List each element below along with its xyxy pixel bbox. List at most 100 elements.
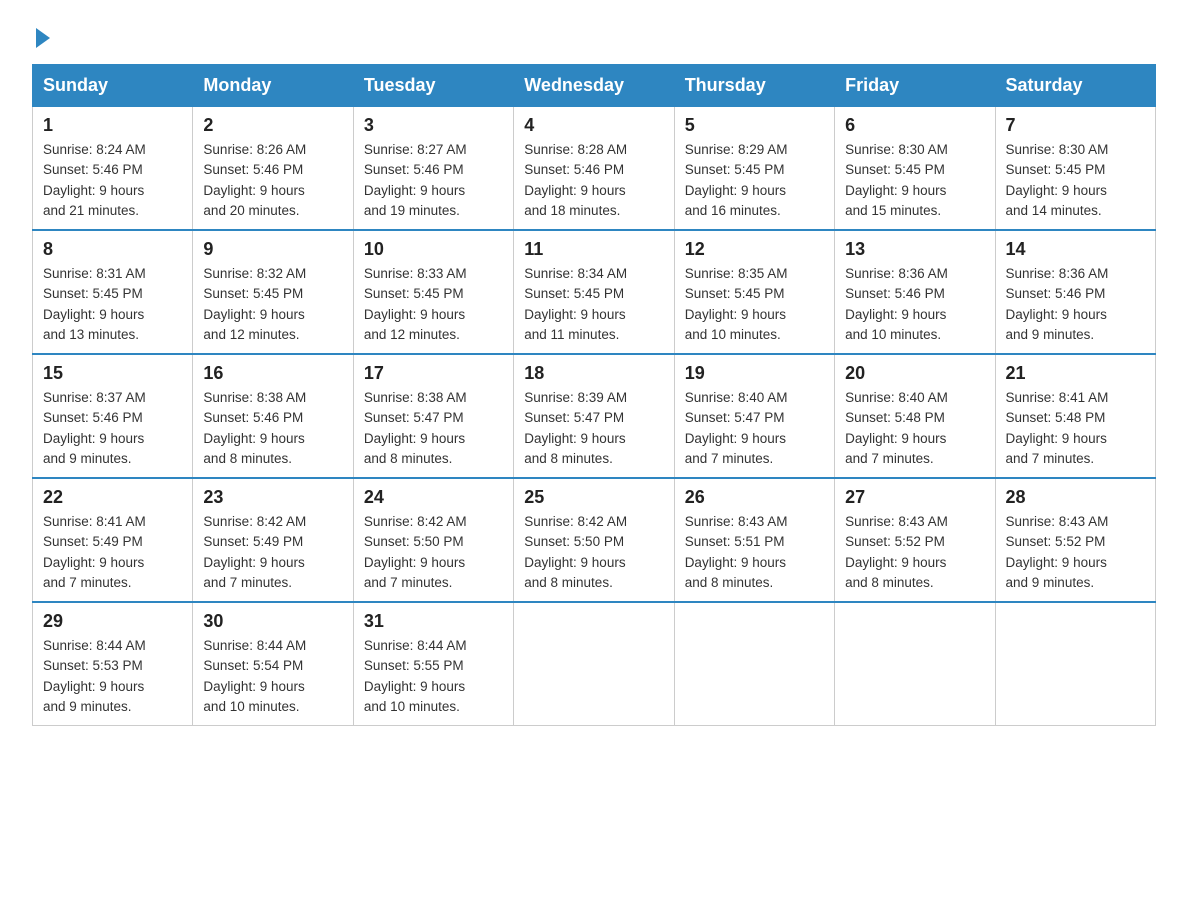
- day-info: Sunrise: 8:44 AMSunset: 5:53 PMDaylight:…: [43, 638, 146, 714]
- day-number: 8: [43, 239, 182, 260]
- day-info: Sunrise: 8:34 AMSunset: 5:45 PMDaylight:…: [524, 266, 627, 342]
- day-number: 14: [1006, 239, 1145, 260]
- calendar-table: SundayMondayTuesdayWednesdayThursdayFrid…: [32, 64, 1156, 726]
- day-info: Sunrise: 8:26 AMSunset: 5:46 PMDaylight:…: [203, 142, 306, 218]
- calendar-cell: [514, 602, 674, 726]
- day-info: Sunrise: 8:33 AMSunset: 5:45 PMDaylight:…: [364, 266, 467, 342]
- calendar-cell: 25 Sunrise: 8:42 AMSunset: 5:50 PMDayligh…: [514, 478, 674, 602]
- calendar-week-3: 15 Sunrise: 8:37 AMSunset: 5:46 PMDayligh…: [33, 354, 1156, 478]
- day-number: 12: [685, 239, 824, 260]
- calendar-cell: 28 Sunrise: 8:43 AMSunset: 5:52 PMDayligh…: [995, 478, 1155, 602]
- day-number: 29: [43, 611, 182, 632]
- header-sunday: Sunday: [33, 65, 193, 107]
- day-info: Sunrise: 8:28 AMSunset: 5:46 PMDaylight:…: [524, 142, 627, 218]
- day-number: 10: [364, 239, 503, 260]
- logo: [32, 24, 50, 44]
- calendar-cell: 3 Sunrise: 8:27 AMSunset: 5:46 PMDaylight…: [353, 107, 513, 231]
- calendar-cell: 13Sunrise: 8:36 AMSunset: 5:46 PMDayligh…: [835, 230, 995, 354]
- day-number: 3: [364, 115, 503, 136]
- day-info: Sunrise: 8:38 AMSunset: 5:47 PMDaylight:…: [364, 390, 467, 466]
- day-number: 17: [364, 363, 503, 384]
- calendar-cell: 7 Sunrise: 8:30 AMSunset: 5:45 PMDaylight…: [995, 107, 1155, 231]
- calendar-cell: 23 Sunrise: 8:42 AMSunset: 5:49 PMDayligh…: [193, 478, 353, 602]
- calendar-cell: [835, 602, 995, 726]
- day-info: Sunrise: 8:43 AMSunset: 5:52 PMDaylight:…: [845, 514, 948, 590]
- calendar-cell: 17 Sunrise: 8:38 AMSunset: 5:47 PMDayligh…: [353, 354, 513, 478]
- day-number: 31: [364, 611, 503, 632]
- day-info: Sunrise: 8:29 AMSunset: 5:45 PMDaylight:…: [685, 142, 788, 218]
- calendar-cell: 26 Sunrise: 8:43 AMSunset: 5:51 PMDayligh…: [674, 478, 834, 602]
- day-number: 15: [43, 363, 182, 384]
- calendar-cell: 6Sunrise: 8:30 AMSunset: 5:45 PMDaylight…: [835, 107, 995, 231]
- day-number: 23: [203, 487, 342, 508]
- day-number: 1: [43, 115, 182, 136]
- day-number: 6: [845, 115, 984, 136]
- calendar-cell: 10 Sunrise: 8:33 AMSunset: 5:45 PMDayligh…: [353, 230, 513, 354]
- calendar-cell: 29 Sunrise: 8:44 AMSunset: 5:53 PMDayligh…: [33, 602, 193, 726]
- day-number: 9: [203, 239, 342, 260]
- day-number: 19: [685, 363, 824, 384]
- day-info: Sunrise: 8:43 AMSunset: 5:51 PMDaylight:…: [685, 514, 788, 590]
- day-info: Sunrise: 8:30 AMSunset: 5:45 PMDaylight:…: [1006, 142, 1109, 218]
- calendar-cell: 27Sunrise: 8:43 AMSunset: 5:52 PMDayligh…: [835, 478, 995, 602]
- header-friday: Friday: [835, 65, 995, 107]
- calendar-cell: 15 Sunrise: 8:37 AMSunset: 5:46 PMDayligh…: [33, 354, 193, 478]
- calendar-cell: 19Sunrise: 8:40 AMSunset: 5:47 PMDayligh…: [674, 354, 834, 478]
- day-number: 7: [1006, 115, 1145, 136]
- calendar-cell: 5 Sunrise: 8:29 AMSunset: 5:45 PMDaylight…: [674, 107, 834, 231]
- header-wednesday: Wednesday: [514, 65, 674, 107]
- calendar-cell: 30 Sunrise: 8:44 AMSunset: 5:54 PMDayligh…: [193, 602, 353, 726]
- day-number: 5: [685, 115, 824, 136]
- day-number: 16: [203, 363, 342, 384]
- calendar-cell: 9 Sunrise: 8:32 AMSunset: 5:45 PMDaylight…: [193, 230, 353, 354]
- day-info: Sunrise: 8:41 AMSunset: 5:48 PMDaylight:…: [1006, 390, 1109, 466]
- day-info: Sunrise: 8:44 AMSunset: 5:55 PMDaylight:…: [364, 638, 467, 714]
- calendar-cell: 12 Sunrise: 8:35 AMSunset: 5:45 PMDayligh…: [674, 230, 834, 354]
- calendar-cell: 2 Sunrise: 8:26 AMSunset: 5:46 PMDaylight…: [193, 107, 353, 231]
- header-thursday: Thursday: [674, 65, 834, 107]
- day-info: Sunrise: 8:36 AMSunset: 5:46 PMDaylight:…: [1006, 266, 1109, 342]
- calendar-cell: 31 Sunrise: 8:44 AMSunset: 5:55 PMDayligh…: [353, 602, 513, 726]
- header-saturday: Saturday: [995, 65, 1155, 107]
- day-info: Sunrise: 8:36 AMSunset: 5:46 PMDaylight:…: [845, 266, 948, 342]
- day-info: Sunrise: 8:42 AMSunset: 5:50 PMDaylight:…: [524, 514, 627, 590]
- day-number: 30: [203, 611, 342, 632]
- calendar-cell: 16 Sunrise: 8:38 AMSunset: 5:46 PMDayligh…: [193, 354, 353, 478]
- calendar-cell: 21Sunrise: 8:41 AMSunset: 5:48 PMDayligh…: [995, 354, 1155, 478]
- page-header: [32, 24, 1156, 44]
- day-info: Sunrise: 8:32 AMSunset: 5:45 PMDaylight:…: [203, 266, 306, 342]
- calendar-week-2: 8 Sunrise: 8:31 AMSunset: 5:45 PMDaylight…: [33, 230, 1156, 354]
- day-number: 25: [524, 487, 663, 508]
- day-number: 2: [203, 115, 342, 136]
- day-number: 11: [524, 239, 663, 260]
- day-info: Sunrise: 8:38 AMSunset: 5:46 PMDaylight:…: [203, 390, 306, 466]
- day-info: Sunrise: 8:35 AMSunset: 5:45 PMDaylight:…: [685, 266, 788, 342]
- day-info: Sunrise: 8:42 AMSunset: 5:49 PMDaylight:…: [203, 514, 306, 590]
- calendar-cell: 11 Sunrise: 8:34 AMSunset: 5:45 PMDayligh…: [514, 230, 674, 354]
- day-info: Sunrise: 8:42 AMSunset: 5:50 PMDaylight:…: [364, 514, 467, 590]
- calendar-header-row: SundayMondayTuesdayWednesdayThursdayFrid…: [33, 65, 1156, 107]
- calendar-body: 1Sunrise: 8:24 AMSunset: 5:46 PMDaylight…: [33, 107, 1156, 726]
- calendar-week-1: 1Sunrise: 8:24 AMSunset: 5:46 PMDaylight…: [33, 107, 1156, 231]
- calendar-cell: 18 Sunrise: 8:39 AMSunset: 5:47 PMDayligh…: [514, 354, 674, 478]
- calendar-cell: 24 Sunrise: 8:42 AMSunset: 5:50 PMDayligh…: [353, 478, 513, 602]
- day-number: 24: [364, 487, 503, 508]
- day-info: Sunrise: 8:39 AMSunset: 5:47 PMDaylight:…: [524, 390, 627, 466]
- day-info: Sunrise: 8:41 AMSunset: 5:49 PMDaylight:…: [43, 514, 146, 590]
- calendar-week-5: 29 Sunrise: 8:44 AMSunset: 5:53 PMDayligh…: [33, 602, 1156, 726]
- day-number: 18: [524, 363, 663, 384]
- day-info: Sunrise: 8:44 AMSunset: 5:54 PMDaylight:…: [203, 638, 306, 714]
- calendar-week-4: 22Sunrise: 8:41 AMSunset: 5:49 PMDayligh…: [33, 478, 1156, 602]
- day-info: Sunrise: 8:37 AMSunset: 5:46 PMDaylight:…: [43, 390, 146, 466]
- day-number: 28: [1006, 487, 1145, 508]
- calendar-cell: 22Sunrise: 8:41 AMSunset: 5:49 PMDayligh…: [33, 478, 193, 602]
- day-info: Sunrise: 8:27 AMSunset: 5:46 PMDaylight:…: [364, 142, 467, 218]
- calendar-cell: 8 Sunrise: 8:31 AMSunset: 5:45 PMDaylight…: [33, 230, 193, 354]
- day-number: 26: [685, 487, 824, 508]
- day-info: Sunrise: 8:43 AMSunset: 5:52 PMDaylight:…: [1006, 514, 1109, 590]
- calendar-cell: 14 Sunrise: 8:36 AMSunset: 5:46 PMDayligh…: [995, 230, 1155, 354]
- day-number: 20: [845, 363, 984, 384]
- calendar-cell: [674, 602, 834, 726]
- day-number: 4: [524, 115, 663, 136]
- day-info: Sunrise: 8:31 AMSunset: 5:45 PMDaylight:…: [43, 266, 146, 342]
